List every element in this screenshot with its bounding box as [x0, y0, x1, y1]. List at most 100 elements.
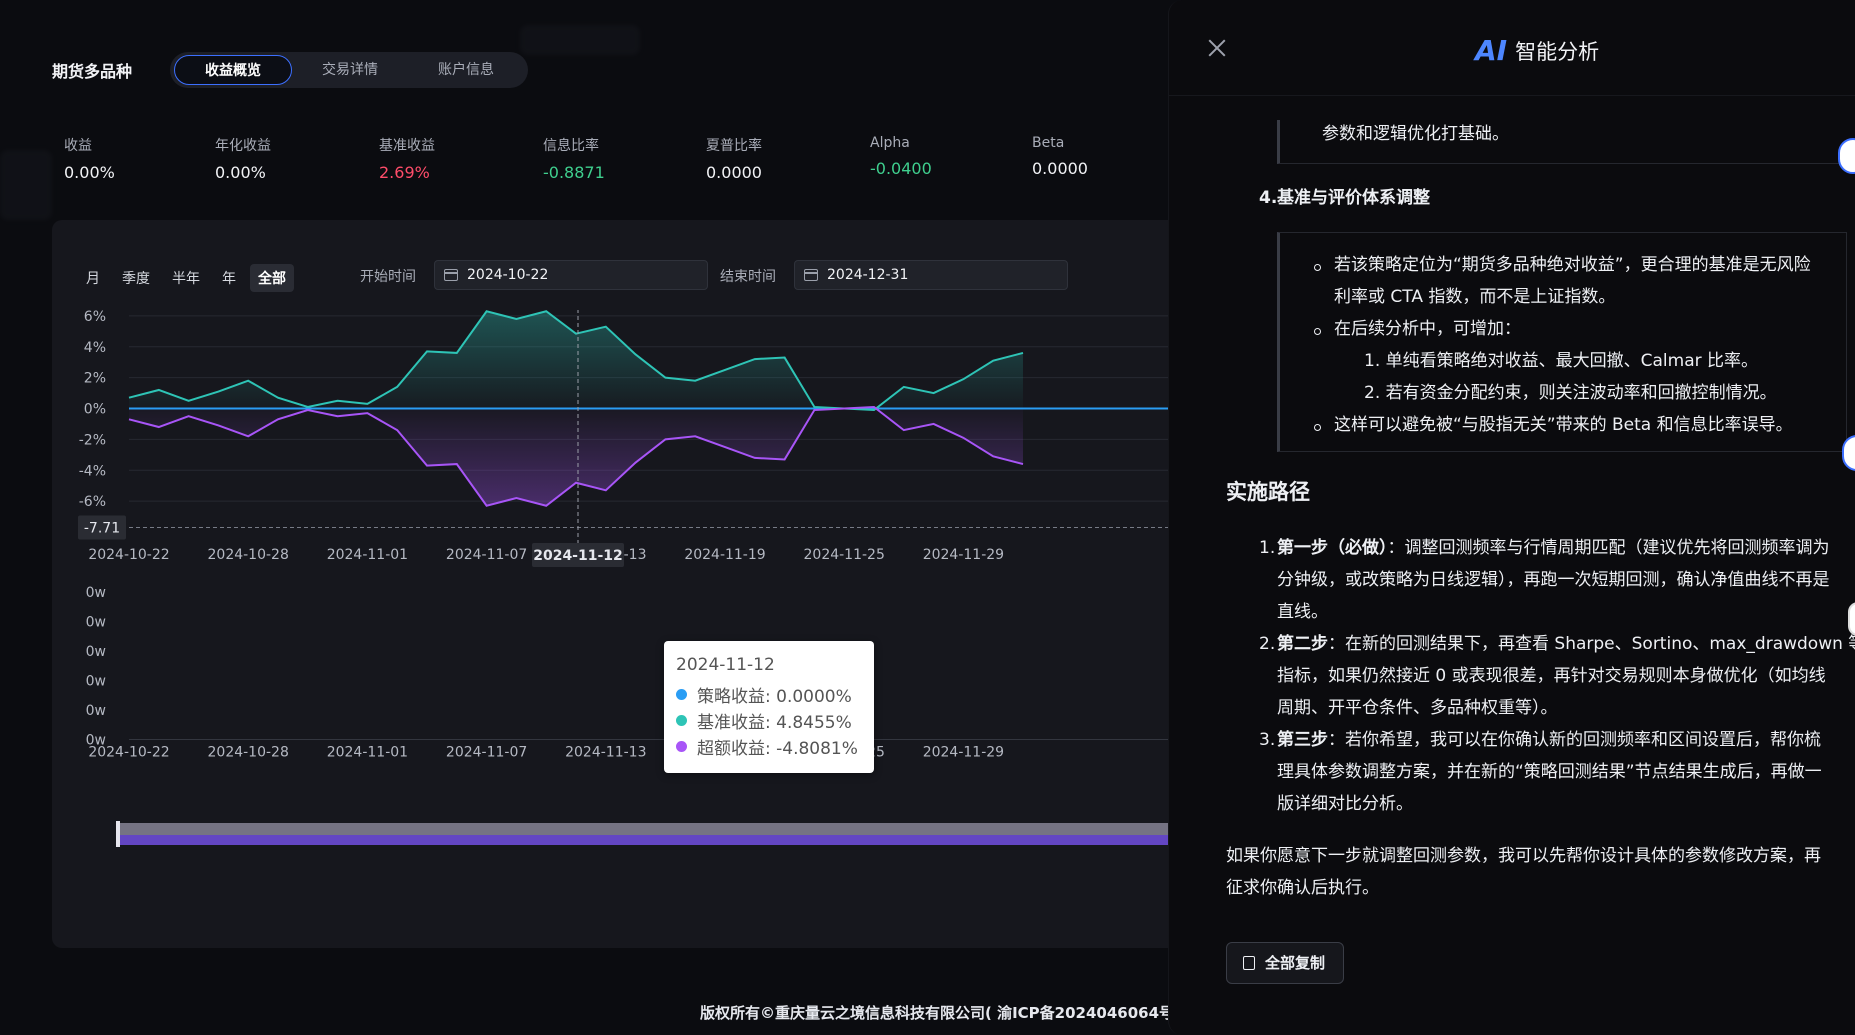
x-tick-label: 2024-10-22 [88, 547, 169, 563]
bullet-text: 利率或 CTA 指数，而不是上证指数。 [1334, 287, 1616, 307]
series-dot-icon [676, 688, 687, 700]
metrics-row: 收益 0.00% 年化收益 0.00% 基准收益 2.69% 信息比率 -0.8… [64, 135, 1164, 185]
step-title: 第一步（必做） [1277, 538, 1388, 558]
volume-y-tick-label: 0w [86, 585, 106, 601]
volume-x-tick-label: 2024-10-28 [208, 745, 289, 761]
ai-analysis-panel: AI 智能分析 参数和逻辑优化打基础。 4. 基准与评价体系调整 若该策略定位为… [1168, 0, 1855, 1035]
list-number: 4. [1259, 188, 1278, 208]
tooltip-date: 2024-11-12 [676, 655, 775, 675]
x-tick-label: 2024-11-01 [327, 547, 408, 563]
bullet-icon [1314, 424, 1321, 431]
metric-alpha: Alpha -0.0400 [870, 135, 932, 178]
start-date-label: 开始时间 [360, 269, 416, 285]
period-all[interactable]: 全部 [250, 264, 294, 292]
y-tick-label: 6% [84, 310, 106, 325]
y-tick-label: -6% [79, 494, 106, 510]
tooltip-row-label: 基准收益: 4.8455% [697, 712, 852, 733]
section-title: 实施路径 [1226, 480, 1310, 504]
background-block [0, 150, 52, 220]
step-desc: ：若你希望，我可以在你确认新的回测频率和区间设置后，帮你梳 [1328, 730, 1821, 750]
step-text: 第三步：若你希望，我可以在你确认新的回测频率和区间设置后，帮你梳 [1277, 724, 1821, 756]
start-date-input[interactable]: 2024-10-22 [434, 260, 708, 290]
list-number: 1. [1259, 538, 1276, 558]
returns-chart[interactable]: 8%6%4%2%0%-2%-4%-6%-7.712024-10-222024-1… [52, 310, 1182, 930]
tooltip-row-excess: 超额收益: -4.8081% [676, 733, 862, 759]
view-tabs: 收益概览 交易详情 账户信息 [170, 52, 528, 88]
volume-x-tick-label: 2024-11-07 [446, 745, 527, 761]
bullet-icon [1314, 264, 1321, 271]
period-year[interactable]: 年 [214, 264, 244, 292]
blockquote: 若该策略定位为“期货多品种绝对收益”，更合理的基准是无风险 利率或 CTA 指数… [1277, 232, 1847, 452]
end-date-value: 2024-12-31 [827, 267, 909, 283]
metric-label: 基准收益 [379, 138, 435, 154]
metric-beta: Beta 0.0000 [1032, 135, 1088, 178]
volume-y-tick-label: 0w [86, 615, 106, 631]
step-text: 周期、开平仓条件、多品种权重等）。 [1277, 698, 1558, 718]
quote-text: 参数和逻辑优化打基础。 [1322, 124, 1509, 144]
volume-y-tick-label: 0w [86, 703, 106, 719]
period-quarter[interactable]: 季度 [114, 264, 158, 292]
copy-icon [1243, 956, 1255, 970]
calendar-icon [804, 269, 818, 281]
period-selector: 月 季度 半年 年 全部 [78, 264, 294, 292]
x-tick-label: 2024-11-07 [446, 547, 527, 563]
close-icon[interactable] [1205, 36, 1229, 60]
chart-card: 月 季度 半年 年 全部 开始时间 2024-10-22 结束时间 2024-1… [52, 220, 1182, 948]
metric-label: 夏普比率 [706, 138, 762, 154]
metric-benchmark-return: 基准收益 2.69% [379, 135, 435, 182]
ai-logo-icon: AI [1475, 34, 1508, 67]
copy-all-button[interactable]: 全部复制 [1226, 942, 1344, 984]
min-value-label: -7.71 [84, 521, 120, 537]
end-date-input[interactable]: 2024-12-31 [794, 260, 1068, 290]
tooltip-row-benchmark: 基准收益: 4.8455% [676, 707, 862, 733]
step-desc: ：在新的回测结果下，再查看 Sharpe、Sortino、max_drawdow… [1328, 634, 1855, 654]
step-text: 理具体参数调整方案，并在新的“策略回测结果”节点结果生成后，再做一 [1277, 762, 1822, 782]
y-tick-label: 4% [84, 340, 106, 356]
x-tick-label: 2024-11-25 [804, 547, 885, 563]
step-title: 第三步 [1277, 730, 1328, 750]
tab-account[interactable]: 账户信息 [408, 55, 524, 85]
zoom-slider-track [117, 823, 1182, 835]
step-text: 分钟级，或改策略为日线逻辑），再跑一次短期回测，确认净值曲线不再是 [1277, 570, 1830, 590]
ai-panel-title: AI 智能分析 [1475, 34, 1599, 67]
copyright-footer: 版权所有©重庆量云之境信息科技有限公司( 渝ICP备2024046064号 [700, 1004, 1175, 1022]
metric-value: 0.00% [64, 163, 115, 182]
list-number: 3. [1259, 730, 1276, 750]
metric-label: 信息比率 [543, 138, 599, 154]
bullet-text: 在后续分析中，可增加： [1334, 319, 1521, 339]
tab-trades[interactable]: 交易详情 [292, 55, 408, 85]
series-area [129, 311, 1023, 411]
app-title: 期货多品种 [52, 62, 133, 81]
metric-value: -0.8871 [543, 163, 605, 182]
metric-value: 0.0000 [1032, 159, 1088, 178]
volume-x-tick-label: 2024-11-13 [565, 745, 646, 761]
metric-value: -0.0400 [870, 159, 932, 178]
volume-x-tick-label: 2024-11-01 [327, 745, 408, 761]
floating-assistant-button[interactable] [1838, 138, 1855, 174]
series-area [129, 406, 1023, 506]
list-number: 2. [1259, 634, 1276, 654]
tooltip-row-label: 策略收益: 0.0000% [697, 686, 852, 707]
tab-overview[interactable]: 收益概览 [174, 55, 292, 85]
x-tick-label: 2024-11-29 [923, 547, 1004, 563]
step-text: 第一步（必做）：调整回测频率与行情周期匹配（建议优先将回测频率调为 [1277, 532, 1830, 564]
step-text: 第二步：在新的回测结果下，再查看 Sharpe、Sortino、max_draw… [1277, 628, 1855, 660]
period-month[interactable]: 月 [78, 264, 108, 292]
period-half-year[interactable]: 半年 [164, 264, 208, 292]
metric-sharpe-ratio: 夏普比率 0.0000 [706, 135, 762, 182]
volume-x-tick-label: 2024-10-22 [88, 745, 169, 761]
metric-label: Beta [1032, 135, 1065, 151]
ai-title-text: 智能分析 [1515, 39, 1600, 64]
metric-label: Alpha [870, 135, 910, 151]
x-tick-label: 2024-11-19 [684, 547, 765, 563]
step-text: 版详细对比分析。 [1277, 794, 1413, 814]
y-tick-label: 0% [84, 402, 106, 418]
end-date-label: 结束时间 [720, 269, 776, 285]
floating-side-button[interactable] [1848, 602, 1855, 636]
tooltip-row-label: 超额收益: -4.8081% [697, 738, 858, 759]
volume-y-tick-label: 0w [86, 644, 106, 660]
blockquote: 参数和逻辑优化打基础。 [1277, 120, 1855, 164]
zoom-slider-range [117, 835, 1182, 845]
step-title: 第二步 [1277, 634, 1328, 654]
y-tick-label: 2% [84, 371, 106, 387]
